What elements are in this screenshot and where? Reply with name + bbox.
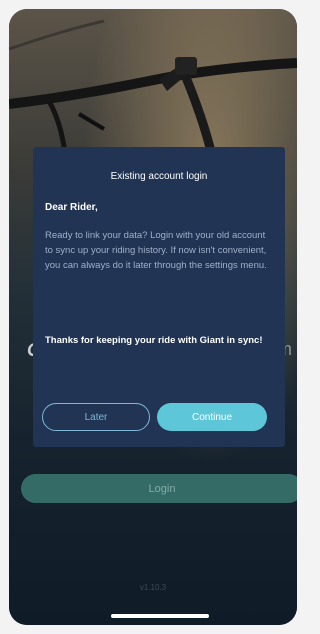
existing-account-dialog: Existing account login Dear Rider, Ready…	[33, 147, 285, 447]
version-label: v1.10.3	[139, 583, 167, 592]
home-indicator	[111, 614, 209, 618]
later-button[interactable]: Later	[42, 403, 150, 431]
login-button[interactable]: Login	[21, 474, 297, 503]
dialog-thanks-text: Thanks for keeping your ride with Giant …	[45, 335, 263, 346]
dialog-greeting: Dear Rider,	[45, 202, 98, 213]
continue-button[interactable]: Continue	[157, 403, 267, 431]
dialog-body-text: Ready to link your data? Login with your…	[45, 230, 267, 271]
dialog-title: Existing account login	[110, 171, 208, 182]
